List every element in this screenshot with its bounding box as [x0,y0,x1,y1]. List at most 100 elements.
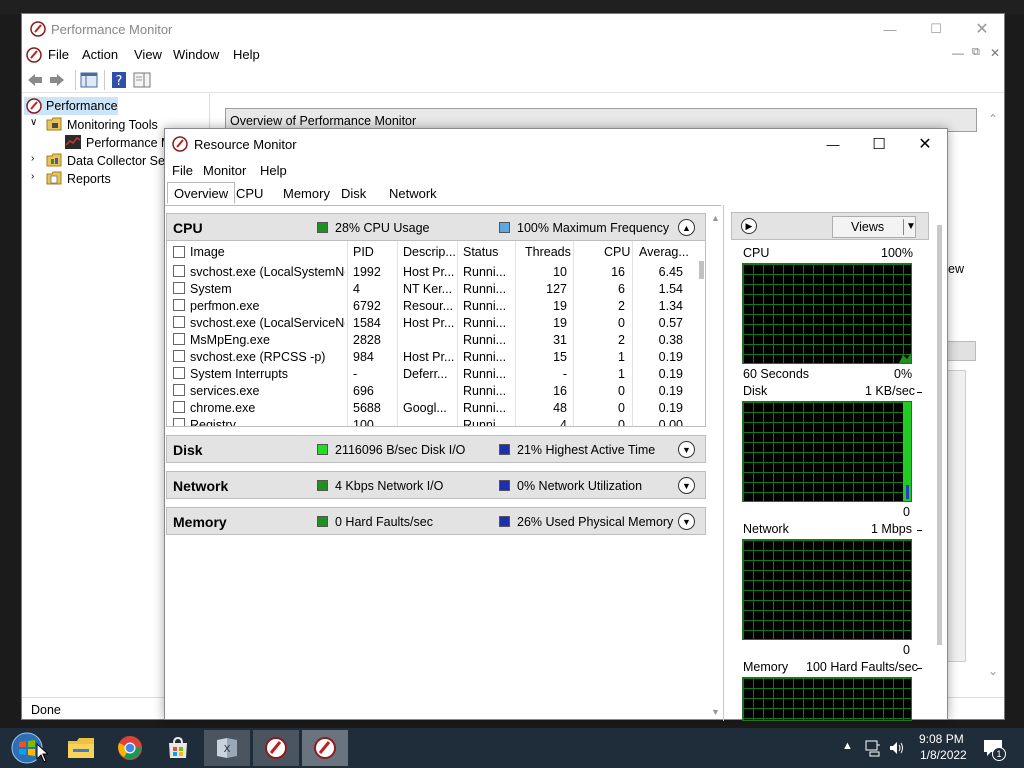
row-checkbox[interactable] [173,384,185,396]
chevron-right-icon[interactable]: › [31,171,34,182]
clock-date[interactable]: 1/8/2022 [920,748,967,762]
pm-menu-view[interactable]: View [134,47,162,62]
rm-maximize-button[interactable]: ☐ [856,129,902,159]
graph-panel-scrollbar[interactable] [937,225,942,645]
volume-icon[interactable] [888,739,906,757]
help-icon[interactable]: ? [111,71,127,89]
row-checkbox[interactable] [173,418,185,426]
scroll-down-icon[interactable]: ▼ [711,707,720,717]
scroll-up-icon[interactable]: ▲ [711,213,720,223]
table-row[interactable]: MsMpEng.exe 2828 Runni... 31 2 0.38 [167,332,697,349]
rm-menu-monitor[interactable]: Monitor [203,163,246,178]
row-checkbox[interactable] [173,333,185,345]
taskbar-file-explorer[interactable] [58,730,104,766]
taskbar-perfmon[interactable] [253,730,299,766]
column-average[interactable]: Averag... [639,245,689,259]
pm-menu-app-icon[interactable] [26,47,42,63]
chevron-down-icon[interactable]: ▼ [678,513,695,530]
tree-item-performance[interactable]: Performance [24,97,118,115]
tab-overview[interactable]: Overview [167,182,236,204]
network-section-header[interactable]: Network 4 Kbps Network I/O 0% Network Ut… [166,471,706,499]
taskbar-resource-monitor[interactable] [302,730,348,766]
pm-close-button[interactable]: ✕ [959,14,1005,44]
cell-description: Host Pr... [403,265,455,279]
taskbar-app-window[interactable]: X [204,730,250,766]
scroll-thumb[interactable] [699,261,704,279]
rm-close-button[interactable]: ✕ [902,129,948,159]
memory-section-header[interactable]: Memory 0 Hard Faults/sec 26% Used Physic… [166,507,706,535]
panel-splitter[interactable] [723,205,724,721]
row-checkbox[interactable] [173,367,185,379]
perfmon-app-icon [30,21,46,37]
back-arrow-icon[interactable] [26,72,44,88]
cell-pid: 6792 [353,299,381,313]
views-dropdown[interactable]: Views ▼ [832,216,916,238]
graph-footer-network-right: 0 [903,643,910,657]
row-checkbox[interactable] [173,299,185,311]
cell-status: Runni... [463,367,507,381]
rm-menu-help[interactable]: Help [260,163,287,178]
chevron-down-icon[interactable]: ▼ [678,441,695,458]
tab-cpu[interactable]: CPU [229,182,270,204]
table-row[interactable]: chrome.exe 5688 Googl... Runni... 48 0 0.19 [167,400,697,417]
chevron-up-icon[interactable]: ▲ [678,219,695,236]
tab-disk[interactable]: Disk [334,182,373,204]
chevron-down-icon[interactable]: ▼ [678,477,695,494]
pm-scroll-up-icon[interactable]: ⌃ [988,112,998,126]
clock-time[interactable]: 9:08 PM [919,732,964,746]
pm-title-bar: Performance Monitor — ☐ ✕ [22,14,1004,44]
cpu-section-header[interactable]: CPU 28% CPU Usage 100% Maximum Frequency… [166,213,706,241]
table-row[interactable]: System 4 NT Ker... Runni... 127 6 1.54 [167,281,697,298]
pm-mdi-close-button[interactable]: ✕ [990,46,1000,60]
select-all-checkbox[interactable] [173,246,185,258]
taskbar-store[interactable] [155,730,201,766]
table-row[interactable]: perfmon.exe 6792 Resour... Runni... 19 2 1.34 [167,298,697,315]
pm-minimize-button[interactable]: — [867,14,913,44]
row-checkbox[interactable] [173,282,185,294]
column-cpu[interactable]: CPU [604,245,630,259]
show-hide-action-pane-icon[interactable] [133,72,151,88]
pm-menu-help[interactable]: Help [233,47,260,62]
pm-mdi-restore-button[interactable]: ⧉ [972,46,980,59]
cell-threads: 4 [560,418,567,427]
pm-mdi-minimize-button[interactable]: — [952,46,964,60]
tab-memory[interactable]: Memory [276,182,337,204]
left-panel-scrollbar[interactable]: ▲ ▼ [711,213,721,717]
disk-section-header[interactable]: Disk 2116096 B/sec Disk I/O 21% Highest … [166,435,706,463]
table-row[interactable]: System Interrupts - Deferr... Runni... - 1 0.1… [167,366,697,383]
pm-menu-window[interactable]: Window [173,47,219,62]
row-checkbox[interactable] [173,350,185,362]
rm-menu-file[interactable]: File [172,163,193,178]
pm-menu-file[interactable]: File [48,47,69,62]
chevron-down-icon[interactable]: ∨ [30,117,37,128]
chevron-right-icon[interactable]: ▶ [741,218,757,234]
show-hide-console-tree-icon[interactable] [80,71,98,89]
overview-header-text: Overview of Performance Monitor [230,114,417,128]
tab-network[interactable]: Network [382,182,444,204]
network-status-icon[interactable] [864,739,882,757]
forward-arrow-icon[interactable] [48,72,66,88]
show-hidden-icons-icon[interactable]: ▲ [842,740,853,752]
row-checkbox[interactable] [173,401,185,413]
table-row[interactable]: services.exe 696 Runni... 16 0 0.19 [167,383,697,400]
column-pid[interactable]: PID [353,245,374,259]
pm-maximize-button[interactable]: ☐ [913,14,959,44]
cell-average: 0.38 [658,333,683,347]
table-row[interactable]: svchost.exe (RPCSS -p) 984 Host Pr... Runni… [167,349,697,366]
table-row[interactable]: svchost.exe (LocalSystemNet... 1992 Host P… [167,264,697,281]
pm-scroll-down-icon[interactable]: ⌄ [988,664,998,678]
pm-menu-action[interactable]: Action [82,47,118,62]
row-checkbox[interactable] [173,265,185,277]
column-threads[interactable]: Threads [525,245,571,259]
rm-minimize-button[interactable]: — [810,129,856,159]
table-row[interactable]: svchost.exe (LocalServiceNo... 1584 Host P… [167,315,697,332]
cell-image: Registry [190,418,236,427]
column-image[interactable]: Image [190,245,225,259]
table-scrollbar[interactable] [698,241,705,426]
table-row[interactable]: Registry 100 Runni... 4 0 0.00 [167,417,697,427]
column-description[interactable]: Descrip... [403,245,456,259]
cell-pid: 1992 [353,265,381,279]
chevron-right-icon[interactable]: › [31,153,34,164]
taskbar-chrome[interactable] [107,730,153,766]
row-checkbox[interactable] [173,316,185,328]
